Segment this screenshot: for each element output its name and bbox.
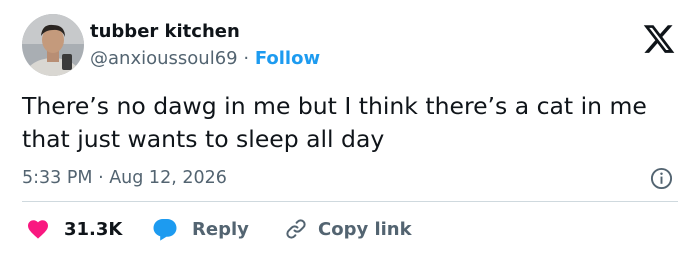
reply-button[interactable]: Reply (152, 215, 249, 243)
info-icon[interactable] (650, 167, 673, 190)
author-handle[interactable]: @anxioussoul69 (90, 48, 238, 69)
copy-link-label: Copy link (318, 218, 412, 240)
like-button[interactable]: 31.3K (26, 215, 122, 243)
tweet-timestamp[interactable]: 5:33 PM · Aug 12, 2026 (22, 166, 227, 190)
author-handle-row: @anxioussoul69 · Follow (90, 47, 320, 71)
tweet-text: There’s no dawg in me but I think there’… (22, 92, 647, 153)
copy-link-button[interactable]: Copy link (284, 215, 412, 243)
tweet-card: tubber kitchen @anxioussoul69 · Follow T… (0, 0, 700, 256)
avatar[interactable] (22, 14, 84, 76)
heart-icon (28, 220, 48, 239)
follow-button[interactable]: Follow (255, 48, 320, 69)
reply-label: Reply (192, 218, 249, 240)
handle-separator: · (243, 48, 250, 69)
reply-bubble-icon (153, 219, 177, 241)
like-count: 31.3K (64, 218, 123, 240)
x-logo-icon[interactable] (642, 22, 676, 56)
divider (22, 201, 678, 202)
author-display-name[interactable]: tubber kitchen (90, 20, 240, 44)
link-icon (286, 219, 306, 239)
